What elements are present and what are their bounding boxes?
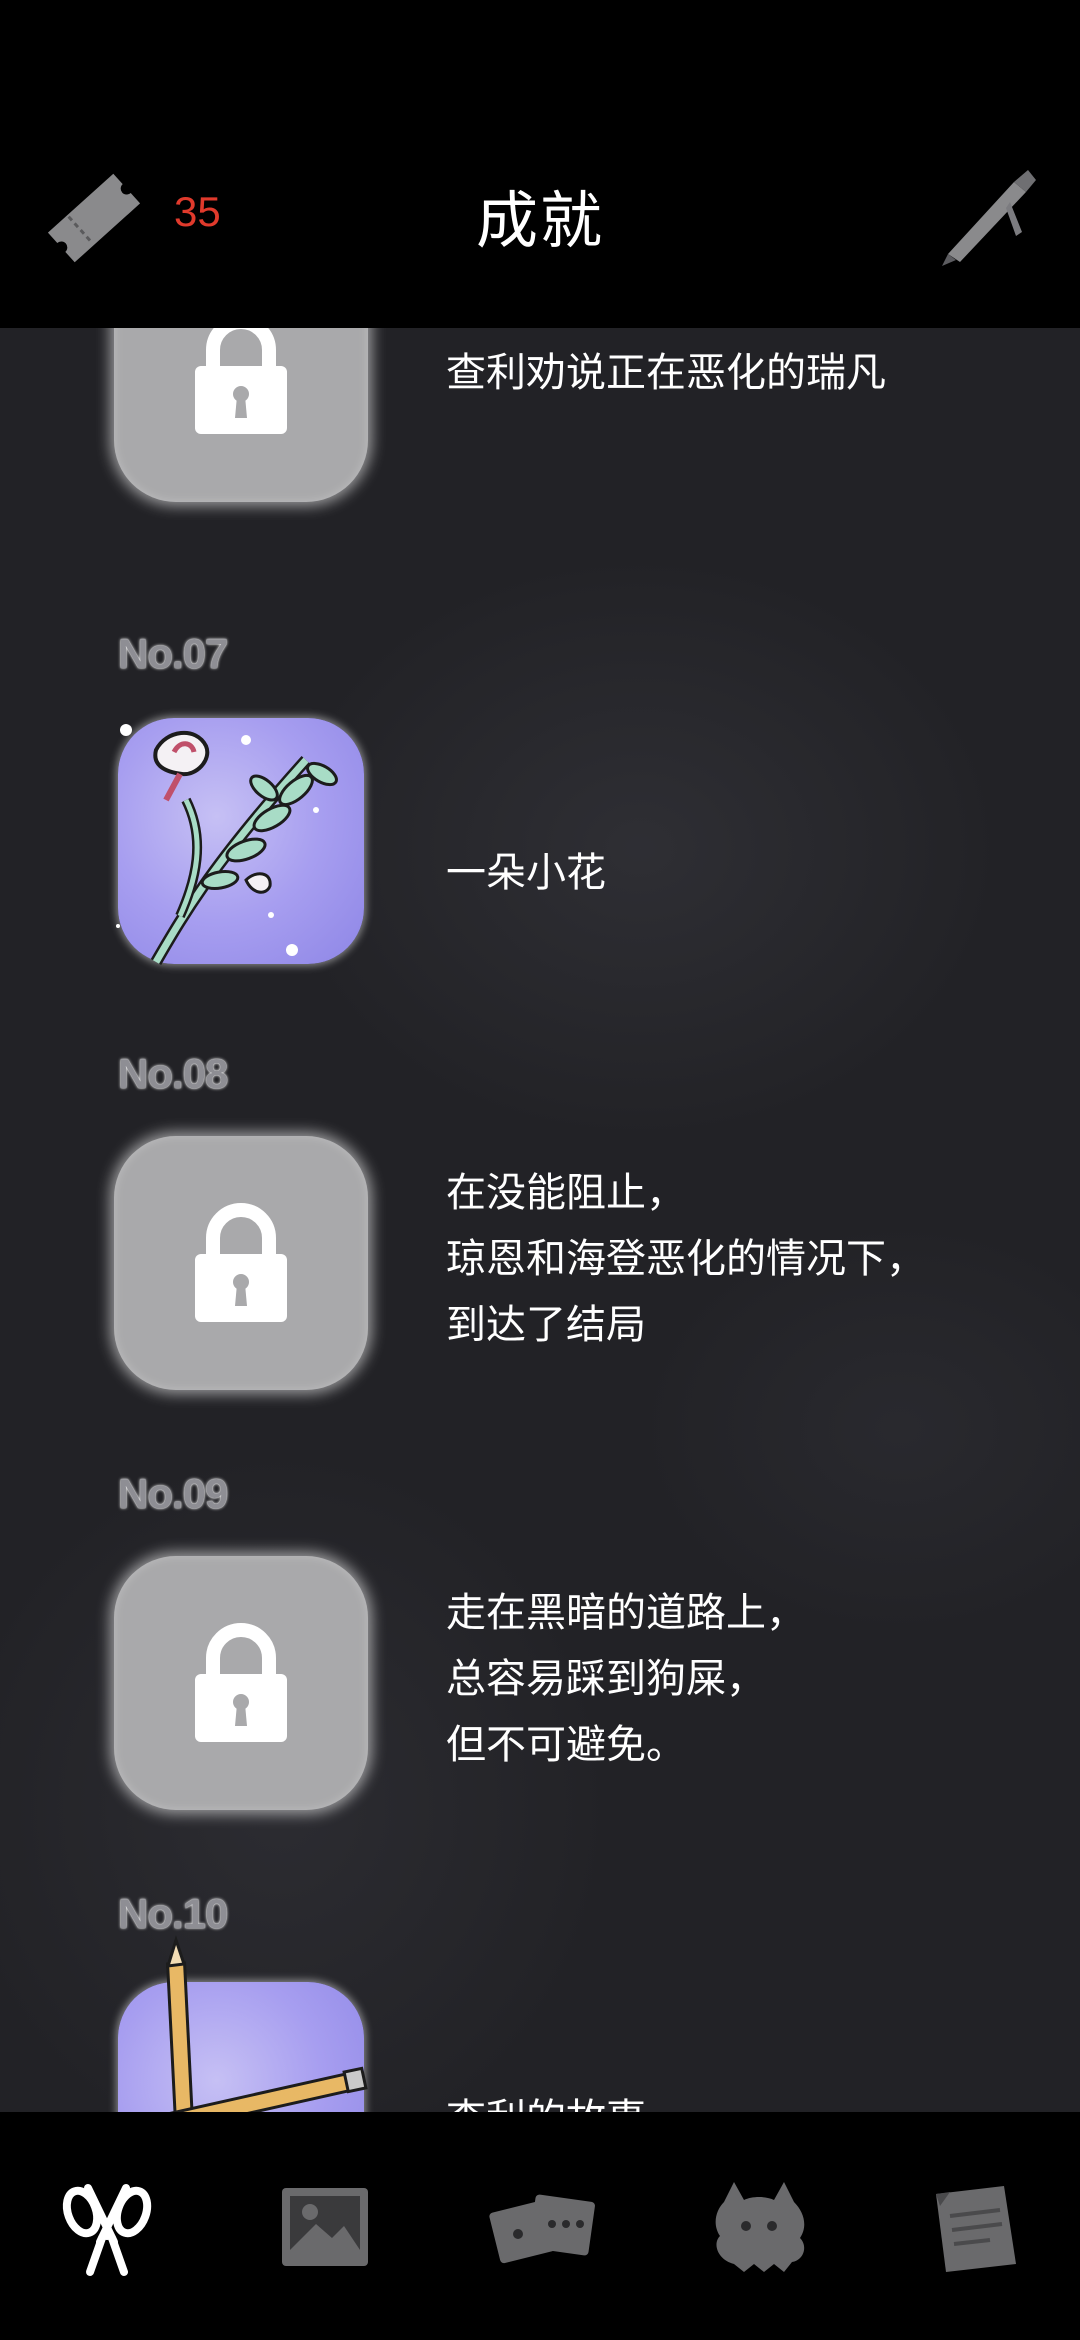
achievement-description: 在没能阻止， 琼恩和海登恶化的情况下， 到达了结局 — [446, 1170, 926, 1348]
achievement-description: 查利的故事 — [446, 2086, 646, 2112]
page-title: 成就 — [475, 184, 604, 257]
lock-icon — [195, 328, 287, 434]
unlocked-badge[interactable] — [118, 1935, 368, 2112]
nav-monster[interactable] — [704, 2172, 814, 2282]
locked-badge[interactable] — [114, 1556, 368, 1810]
cards-icon — [489, 2194, 595, 2264]
locked-badge[interactable] — [114, 1136, 368, 1390]
lock-icon — [195, 1203, 287, 1322]
document-icon — [936, 2186, 1016, 2272]
achievement-number: No.08 — [118, 1050, 228, 1097]
achievement-description: 查利劝说正在恶化的瑞凡 — [446, 350, 886, 396]
pen-icon[interactable] — [936, 162, 1046, 272]
achievement-description: 走在黑暗的道路上， 总容易踩到狗屎， 但不可避免。 — [446, 1590, 806, 1768]
nav-gallery[interactable] — [270, 2172, 380, 2282]
locked-badge — [114, 328, 368, 502]
achievement-number: No.07 — [118, 630, 228, 677]
flower-icon — [116, 724, 338, 965]
photo-icon — [282, 2188, 368, 2266]
lock-icon — [195, 1623, 287, 1742]
achievement-description: 一朵小花 — [446, 850, 606, 896]
nav-cards[interactable] — [488, 2172, 598, 2282]
achievement-list[interactable]: 查利劝说正在恶化的瑞凡 No.07 一朵小花 No.08 在没能阻止， 琼恩和海… — [0, 328, 1080, 2112]
top-bar: 35 成就 — [0, 0, 1080, 328]
scissors-icon — [62, 2184, 152, 2276]
bottom-nav — [0, 2112, 1080, 2340]
unlocked-badge[interactable] — [116, 718, 364, 965]
achievement-number: No.09 — [118, 1470, 228, 1517]
pencils-icon — [165, 1935, 368, 2112]
monster-icon — [715, 2182, 805, 2272]
nav-scissors[interactable] — [52, 2172, 162, 2282]
nav-document[interactable] — [920, 2172, 1030, 2282]
